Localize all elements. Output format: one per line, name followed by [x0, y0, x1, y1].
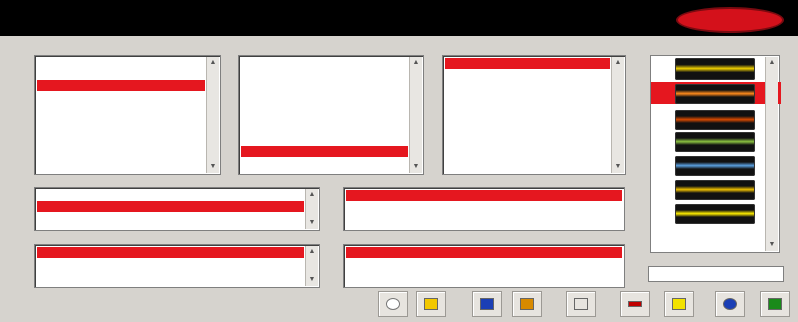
next-icon	[768, 298, 782, 310]
list-item[interactable]	[37, 201, 304, 212]
list-item[interactable]	[37, 80, 205, 91]
engine-code-list[interactable]: ▲ ▼	[34, 187, 320, 231]
control-unit-value[interactable]	[346, 190, 622, 201]
list-item[interactable]	[445, 80, 610, 91]
copy-button[interactable]	[512, 291, 542, 317]
edit-button[interactable]	[416, 291, 446, 317]
minus-icon	[628, 301, 642, 307]
scroll-down-icon[interactable]: ▼	[612, 161, 624, 173]
list-item[interactable]	[445, 58, 610, 69]
system-scrollbar[interactable]: ▲ ▼	[765, 57, 778, 251]
list-item[interactable]	[37, 113, 205, 124]
list-item[interactable]	[37, 258, 304, 269]
system-image[interactable]	[675, 84, 755, 104]
list-item[interactable]	[241, 91, 408, 102]
list-item[interactable]	[37, 91, 205, 102]
list-item[interactable]	[241, 69, 408, 80]
list-item[interactable]	[37, 102, 205, 113]
remove-button[interactable]	[620, 291, 650, 317]
list-item[interactable]	[241, 113, 408, 124]
info-icon	[723, 298, 737, 310]
engine-code-scrollbar[interactable]: ▲ ▼	[305, 189, 318, 229]
list-item[interactable]	[37, 190, 304, 201]
system-image[interactable]	[675, 180, 755, 200]
scroll-up-icon[interactable]: ▲	[410, 57, 422, 69]
scroll-up-icon[interactable]: ▲	[612, 57, 624, 69]
diagnostics-value[interactable]	[346, 247, 622, 258]
system-image[interactable]	[675, 156, 755, 176]
list-item[interactable]	[241, 168, 408, 174]
display-button[interactable]	[472, 291, 502, 317]
system-image-list[interactable]: ▲ ▼	[650, 55, 781, 253]
list-item[interactable]	[37, 69, 205, 80]
model-list[interactable]: ▲ ▼	[238, 55, 424, 175]
list-item[interactable]	[241, 58, 408, 69]
info-button[interactable]	[715, 291, 745, 317]
copy-icon	[520, 298, 534, 310]
list-item[interactable]	[37, 146, 205, 157]
scroll-up-icon[interactable]: ▲	[306, 189, 318, 201]
list-item[interactable]	[241, 135, 408, 146]
folder-icon	[672, 298, 686, 310]
system-image[interactable]	[675, 132, 755, 152]
list-item[interactable]	[445, 91, 610, 102]
title-bar	[0, 0, 798, 36]
scroll-down-icon[interactable]: ▼	[306, 217, 318, 229]
circle-icon	[386, 298, 400, 310]
scroll-down-icon[interactable]: ▼	[207, 161, 219, 173]
system-image[interactable]	[675, 110, 755, 130]
scroll-down-icon[interactable]: ▼	[410, 161, 422, 173]
control-unit-field[interactable]	[343, 187, 625, 231]
year-list[interactable]: ▲ ▼	[442, 55, 626, 175]
engine-list[interactable]: ▲ ▼	[34, 244, 320, 288]
system-image[interactable]	[675, 58, 755, 80]
scroll-up-icon[interactable]: ▲	[306, 246, 318, 258]
list-item[interactable]	[241, 146, 408, 157]
system-image[interactable]	[675, 204, 755, 224]
scroll-up-icon[interactable]: ▲	[207, 57, 219, 69]
circle-button[interactable]	[378, 291, 408, 317]
blank-button[interactable]	[566, 291, 596, 317]
pencil-icon	[424, 298, 438, 310]
scroll-down-icon[interactable]: ▼	[306, 274, 318, 286]
scroll-up-icon[interactable]: ▲	[766, 57, 778, 69]
diagnostics-field[interactable]	[343, 244, 625, 288]
folder-button[interactable]	[664, 291, 694, 317]
list-item[interactable]	[241, 157, 408, 168]
list-item[interactable]	[241, 80, 408, 91]
year-scrollbar[interactable]: ▲ ▼	[611, 57, 624, 173]
engine-scrollbar[interactable]: ▲ ▼	[305, 246, 318, 286]
list-item[interactable]	[241, 124, 408, 135]
model-scrollbar[interactable]: ▲ ▼	[409, 57, 422, 173]
list-item[interactable]	[37, 247, 304, 258]
manufacturer-scrollbar[interactable]: ▲ ▼	[206, 57, 219, 173]
brand-logo	[678, 9, 782, 31]
list-item[interactable]	[37, 58, 205, 69]
next-button[interactable]	[760, 291, 790, 317]
list-item[interactable]	[241, 102, 408, 113]
blank-icon	[574, 298, 588, 310]
list-item[interactable]	[37, 124, 205, 135]
monitor-icon	[480, 298, 494, 310]
list-item[interactable]	[37, 157, 205, 168]
list-item[interactable]	[445, 69, 610, 80]
manufacturer-list[interactable]: ▲ ▼	[34, 55, 221, 175]
scroll-down-icon[interactable]: ▼	[766, 239, 778, 251]
epoch-field[interactable]	[648, 266, 784, 282]
list-item[interactable]	[37, 135, 205, 146]
